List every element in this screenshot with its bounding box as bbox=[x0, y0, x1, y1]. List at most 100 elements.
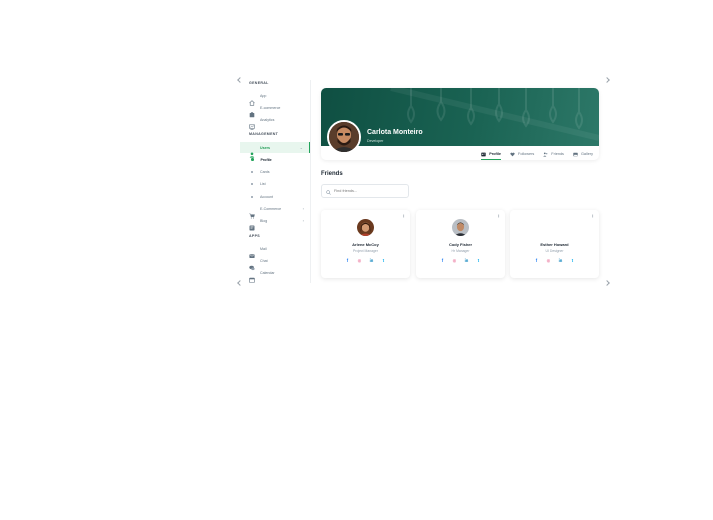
sidebar-item-chat[interactable]: Chat bbox=[240, 255, 310, 270]
tab-label: Friends bbox=[551, 152, 564, 156]
heart-icon bbox=[510, 152, 515, 157]
sidebar-subitem-label: Account bbox=[260, 194, 273, 199]
chat-icon bbox=[249, 258, 255, 270]
instagram-icon[interactable]: ◎ bbox=[546, 258, 551, 263]
twitter-icon[interactable]: t bbox=[381, 258, 386, 263]
blog-icon bbox=[249, 218, 255, 230]
linkedin-icon[interactable]: in bbox=[369, 258, 374, 263]
sidebar-item-e-commerce[interactable]: E-Commerce › bbox=[240, 203, 310, 218]
tab-label: Gallery bbox=[580, 152, 593, 156]
section-general: GENERAL bbox=[249, 81, 269, 85]
sidebar-item-label: E-Commerce bbox=[260, 206, 282, 211]
section-management: MANAGEMENT bbox=[249, 132, 279, 136]
sidebar-subitem-list[interactable]: List bbox=[240, 178, 310, 189]
twitter-icon[interactable]: t bbox=[570, 258, 575, 263]
friends-search[interactable] bbox=[321, 184, 409, 198]
sidebar-subitem-account[interactable]: Account bbox=[240, 191, 310, 202]
people-icon bbox=[543, 152, 548, 157]
friend-card: ··· Cody Fisher Hr Manager f ◎ in t bbox=[416, 210, 505, 278]
friend-name: Cody Fisher bbox=[448, 242, 473, 247]
sidebar: GENERAL App E-commerce Analytics MANAGEM… bbox=[240, 80, 311, 283]
image-icon bbox=[573, 152, 578, 157]
instagram-icon[interactable]: ◎ bbox=[357, 258, 362, 263]
more-vertical-icon[interactable]: ··· bbox=[400, 214, 406, 217]
sidebar-item-label: Chat bbox=[260, 258, 268, 263]
sidebar-subitem-label: Profile bbox=[260, 157, 272, 162]
linkedin-icon[interactable]: in bbox=[558, 258, 563, 263]
sidebar-item-label: App bbox=[260, 93, 267, 98]
sidebar-item-blog[interactable]: Blog › bbox=[240, 215, 310, 230]
sidebar-item-label: Analytics bbox=[260, 117, 275, 122]
social-links: f ◎ in t bbox=[510, 258, 599, 263]
profile-tabs: Profile Followers Friends Gallery bbox=[481, 150, 593, 160]
sidebar-item-app[interactable]: App bbox=[240, 90, 310, 106]
social-links: f ◎ in t bbox=[321, 258, 410, 263]
more-vertical-icon[interactable]: ··· bbox=[495, 214, 501, 217]
sidebar-item-label: Calendar bbox=[260, 270, 275, 275]
friend-role: Hr Manager bbox=[451, 249, 470, 253]
tab-profile[interactable]: Profile bbox=[481, 150, 502, 160]
sidebar-subitem-cards[interactable]: Cards bbox=[240, 166, 310, 177]
friend-role: UI Designer bbox=[545, 249, 564, 253]
sidebar-item-label: E-commerce bbox=[260, 105, 281, 110]
sidebar-item-ecommerce[interactable]: E-commerce bbox=[240, 102, 310, 117]
twitter-icon[interactable]: t bbox=[476, 258, 481, 263]
cover-image bbox=[321, 88, 599, 146]
home-icon bbox=[249, 93, 255, 106]
tab-friends[interactable]: Friends bbox=[543, 150, 564, 158]
friend-avatar bbox=[452, 219, 469, 236]
profile-cover: Carlota Monteiro Developer Profile Follo… bbox=[321, 88, 599, 160]
facebook-icon[interactable]: f bbox=[534, 258, 539, 263]
chart-icon bbox=[249, 117, 255, 130]
bullet-icon bbox=[251, 182, 253, 185]
user-icon bbox=[249, 145, 255, 158]
mail-icon bbox=[249, 246, 255, 258]
sidebar-item-label: Users bbox=[260, 145, 270, 150]
friend-role: Project Manager bbox=[353, 249, 378, 253]
friend-avatar bbox=[357, 219, 374, 236]
sidebar-item-mail[interactable]: Mail bbox=[240, 243, 310, 258]
search-icon bbox=[326, 182, 331, 200]
corner-mark bbox=[604, 77, 610, 83]
profile-name: Carlota Monteiro bbox=[367, 129, 423, 136]
app-frame: GENERAL App E-commerce Analytics MANAGEM… bbox=[237, 77, 610, 286]
facebook-icon[interactable]: f bbox=[440, 258, 445, 263]
id-card-icon bbox=[481, 152, 486, 157]
friend-name: Arlene McCoy bbox=[352, 242, 379, 247]
friends-heading: Friends bbox=[321, 171, 343, 177]
tab-gallery[interactable]: Gallery bbox=[573, 150, 593, 158]
chevron-down-icon: ⌄ bbox=[299, 145, 303, 150]
more-vertical-icon[interactable]: ··· bbox=[589, 214, 595, 217]
tab-label: Followers bbox=[518, 152, 535, 156]
sidebar-item-label: Mail bbox=[260, 246, 267, 251]
sidebar-item-label: Blog bbox=[260, 218, 268, 223]
sidebar-subitem-label: Cards bbox=[260, 169, 270, 174]
sidebar-subitem-label: List bbox=[260, 181, 266, 186]
social-links: f ◎ in t bbox=[416, 258, 505, 263]
shop-icon bbox=[249, 105, 255, 117]
friend-card: ··· Esther Howard UI Designer f ◎ in t bbox=[510, 210, 599, 278]
sidebar-item-users[interactable]: Users ⌄ bbox=[240, 142, 310, 158]
search-input[interactable] bbox=[334, 189, 404, 193]
tab-label: Profile bbox=[489, 152, 502, 156]
sidebar-item-calendar[interactable]: Calendar bbox=[240, 267, 310, 283]
friend-name: Esther Howard bbox=[540, 242, 569, 247]
profile-avatar[interactable] bbox=[327, 120, 361, 154]
instagram-icon[interactable]: ◎ bbox=[452, 258, 457, 263]
calendar-icon bbox=[249, 270, 255, 283]
bullet-icon bbox=[251, 170, 253, 173]
linkedin-icon[interactable]: in bbox=[464, 258, 469, 263]
bullet-icon bbox=[251, 195, 253, 198]
friend-card: ··· Arlene McCoy Project Manager f ◎ in … bbox=[321, 210, 410, 278]
chevron-right-icon: › bbox=[302, 218, 304, 223]
facebook-icon[interactable]: f bbox=[345, 258, 350, 263]
bullet-icon bbox=[251, 158, 254, 161]
section-apps: APPS bbox=[249, 234, 260, 238]
tab-followers[interactable]: Followers bbox=[510, 150, 534, 158]
corner-mark bbox=[604, 280, 610, 286]
sidebar-item-analytics[interactable]: Analytics bbox=[240, 114, 310, 130]
sidebar-subitem-profile[interactable]: Profile bbox=[240, 154, 310, 165]
cart-icon bbox=[249, 206, 255, 218]
chevron-right-icon: › bbox=[302, 206, 304, 211]
profile-role: Developer bbox=[367, 139, 384, 143]
